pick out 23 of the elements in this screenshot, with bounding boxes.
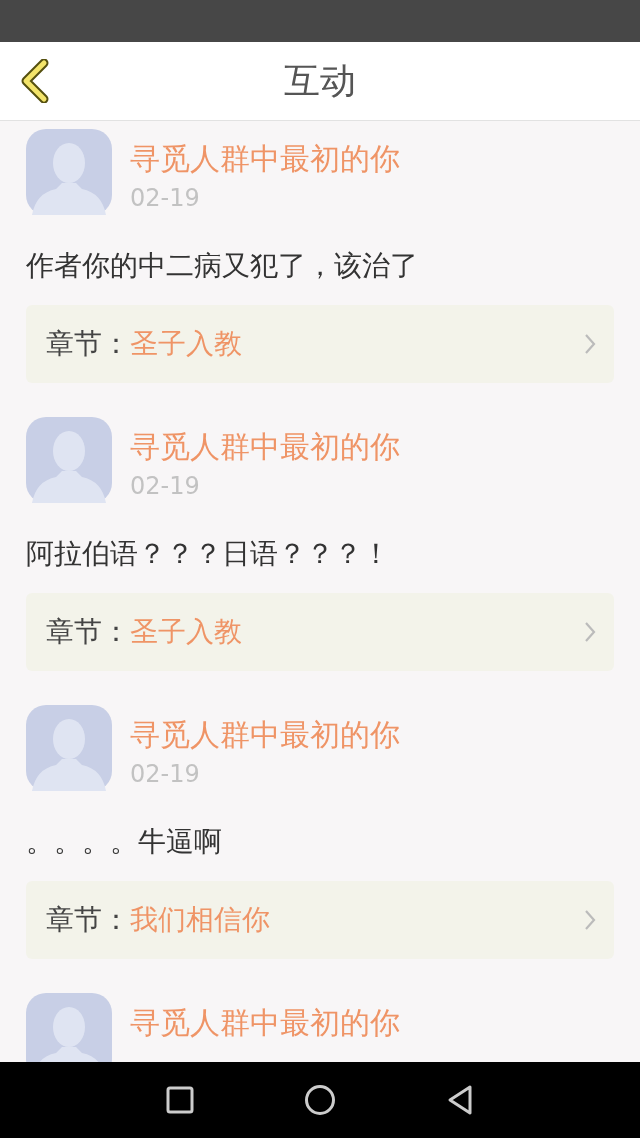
page-title: 互动 bbox=[284, 58, 356, 103]
home-icon[interactable] bbox=[304, 1084, 336, 1116]
author-name[interactable]: 寻觅人群中最初的你 bbox=[130, 717, 400, 753]
author-name[interactable]: 寻觅人群中最初的你 bbox=[130, 141, 400, 177]
chapter-title: 圣子入教 bbox=[130, 614, 243, 650]
back-triangle-icon[interactable] bbox=[446, 1084, 474, 1116]
comment-text: 。。。。牛逼啊 bbox=[26, 824, 223, 860]
comment-text: 阿拉伯语？？？日语？？？！ bbox=[26, 536, 391, 572]
chapter-title: 圣子入教 bbox=[130, 326, 243, 362]
chapter-label: 章节： bbox=[46, 902, 130, 938]
chevron-right-icon bbox=[584, 621, 596, 643]
chapter-title: 我们相信你 bbox=[130, 902, 271, 938]
chevron-right-icon bbox=[584, 909, 596, 931]
chapter-link[interactable]: 章节：圣子入教 bbox=[26, 593, 614, 671]
author-name[interactable]: 寻觅人群中最初的你 bbox=[130, 1005, 400, 1041]
recent-apps-icon[interactable] bbox=[166, 1086, 194, 1114]
comment-text: 作者你的中二病又犯了，该治了 bbox=[26, 248, 419, 284]
chapter-link[interactable]: 章节：圣子入教 bbox=[26, 305, 614, 383]
chapter-link[interactable]: 章节：我们相信你 bbox=[26, 881, 614, 959]
chapter-label: 章节： bbox=[46, 614, 130, 650]
author-name[interactable]: 寻觅人群中最初的你 bbox=[130, 429, 400, 465]
chapter-label: 章节： bbox=[46, 326, 130, 362]
chevron-right-icon bbox=[584, 333, 596, 355]
